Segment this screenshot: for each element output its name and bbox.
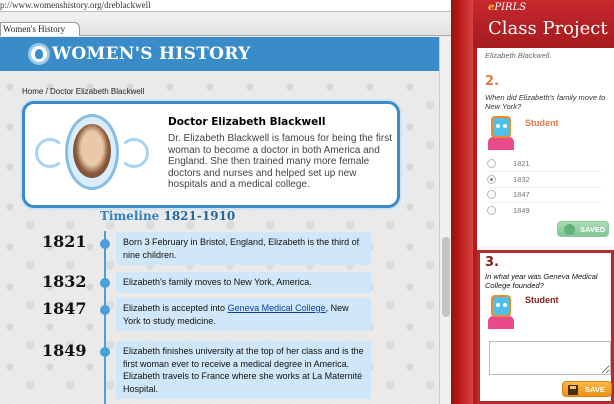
portrait-medallion [33,108,153,200]
option-divider [487,171,602,172]
save-button[interactable]: SAVE [562,381,612,397]
timeline-entry: Elizabeth's family moves to New York, Am… [116,272,371,293]
epirls-logo-text: PIRLS [494,2,527,13]
breadcrumb[interactable]: Home / Doctor Elizabeth Blackwell [22,87,144,96]
ornament-scroll-right [119,138,149,168]
timeline-year: 1821 [42,232,87,251]
floppy-disk-icon [568,385,578,395]
question-3-card: 3. In what year was Geneva Medical Colle… [477,250,614,404]
timeline-heading: Timeline 1821-1910 [100,209,235,223]
avatar-body [488,137,514,150]
option-label: 1832 [513,175,530,184]
student-avatar [485,114,517,150]
site-header: WOMEN'S HISTORY [0,37,439,71]
radio-button-checked[interactable] [487,175,496,184]
student-avatar [485,293,517,329]
option-divider [487,187,602,188]
previous-answer: Elizabeth Blackwell. [485,51,552,60]
epirls-panel: ePIRLS Class Project Elizabeth Blackwell… [473,0,614,404]
avatar-eye [503,124,507,128]
avatar-eye [503,303,507,307]
student-label: Student [525,118,559,128]
web-page: WOMEN'S HISTORY Home / Doctor Elizabeth … [0,37,439,404]
timeline-entry: Elizabeth is accepted into Geneva Medica… [116,298,371,332]
timeline-dot [100,347,110,357]
avatar-eye [496,124,500,128]
question-text: When did Elizabeth's family move to New … [485,93,606,111]
radio-button[interactable] [487,206,496,215]
question-number: 2. [485,74,499,89]
geneva-medical-college-link[interactable]: Geneva Medical College [228,303,326,313]
checkmark-icon [564,224,575,235]
option-divider [487,202,602,203]
avatar-head [491,295,511,317]
bio-text: Dr. Elizabeth Blackwell is famous for be… [168,133,392,191]
portrait-image [73,124,111,178]
scroll-thumb[interactable] [442,237,450,317]
save-label: SAVE [585,385,605,394]
timeline-line [104,231,106,404]
timeline-heading-label: Timeline [100,209,160,223]
epirls-logo: ePIRLS [488,2,526,13]
womens-history-logo-icon [28,43,50,65]
bio-title: Doctor Elizabeth Blackwell [168,116,326,128]
option-label: 1821 [513,159,530,168]
avatar-body [488,316,514,329]
question-2-card: Elizabeth Blackwell. 2. When did Elizabe… [477,48,614,246]
option-label: 1849 [513,206,530,215]
timeline-dot [100,305,110,315]
ornament-scroll-left [35,138,65,168]
radio-button[interactable] [487,159,496,168]
timeline-entry: Born 3 February in Bristol, England, Eli… [116,232,371,266]
timeline-year: 1847 [42,299,87,318]
panel-title: Class Project [488,18,608,39]
panel-header: ePIRLS Class Project [473,0,614,48]
timeline-dot [100,239,110,249]
questions-area: Elizabeth Blackwell. 2. When did Elizabe… [477,48,614,404]
timeline-year: 1832 [42,272,87,291]
tab-strip: Women's History [0,12,451,36]
timeline-entry: Elizabeth finishes university at the top… [116,341,371,400]
bio-card: Doctor Elizabeth Blackwell Dr. Elizabeth… [22,101,400,208]
question-text: In what year was Geneva Medical College … [485,272,598,290]
browser-tab[interactable]: Women's History [0,22,81,36]
timeline-entry-text: Elizabeth is accepted into [123,303,228,313]
radio-button[interactable] [487,190,496,199]
answer-textarea[interactable] [489,341,611,375]
question-number: 3. [485,255,499,270]
timeline-dot [100,278,110,288]
page-scrollbar[interactable] [439,37,451,404]
avatar-head [491,116,511,138]
avatar-eye [496,303,500,307]
timeline-heading-range: 1821-1910 [163,209,236,223]
saved-label: SAVED [580,225,606,234]
saved-button[interactable]: SAVED [557,221,609,237]
browser-window: p://www.womenshistory.org/dreblackwell W… [0,0,451,404]
option-label: 1847 [513,190,530,199]
address-bar[interactable]: p://www.womenshistory.org/dreblackwell [0,0,451,12]
panel-divider [451,0,473,404]
site-title[interactable]: WOMEN'S HISTORY [52,44,251,64]
student-label: Student [525,295,559,305]
timeline-year: 1849 [42,341,87,360]
